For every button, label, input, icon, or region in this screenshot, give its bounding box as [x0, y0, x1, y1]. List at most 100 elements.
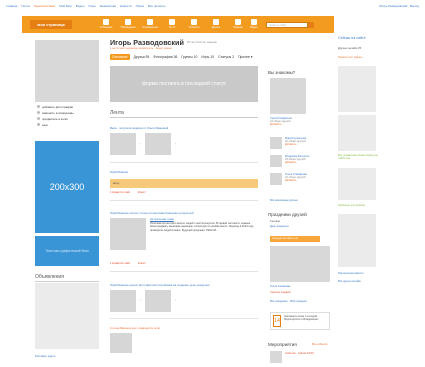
- friend-avatar[interactable]: [270, 137, 282, 149]
- feed-thumb[interactable]: [110, 290, 136, 312]
- holiday-bar: Сегодня без фото лет: [270, 236, 320, 242]
- toplink-mail[interactable]: Почта: [21, 4, 29, 10]
- holiday-person[interactable]: Ольга Семёнова: [270, 285, 290, 288]
- ads-link[interactable]: Рекламу здесь: [35, 354, 56, 358]
- all-possible-friends-link[interactable]: Все возможные друзья: [270, 199, 298, 202]
- menu-add-photos[interactable]: добавить фотографии: [37, 104, 97, 109]
- friend-avatar[interactable]: [270, 155, 282, 167]
- events-title: Мероприятия: [268, 342, 297, 347]
- nav-discussions[interactable]: Обсуждения: [118, 18, 138, 32]
- nav-friends[interactable]: Друзья: [206, 18, 226, 32]
- feed-status-bar: могу: [110, 179, 258, 188]
- right-ad-block[interactable]: [338, 237, 376, 267]
- like-button[interactable]: 1 Нравится лайк: [110, 262, 130, 265]
- tab-photos[interactable]: Фотографии 36: [153, 55, 177, 59]
- class-button[interactable]: Класс!: [138, 191, 146, 194]
- arrow-icon: ›: [175, 142, 177, 146]
- toplink-search[interactable]: Поиск: [136, 4, 144, 10]
- suggested-friend[interactable]: Сергей Сафронов 10 общих друзей Добавить: [270, 117, 330, 129]
- right-ad-block[interactable]: [338, 115, 376, 151]
- logo[interactable]: мои страница: [30, 20, 72, 29]
- search-input[interactable]: поиск по сайту: [266, 22, 308, 28]
- ads-title: Объявления: [35, 274, 99, 282]
- star-icon: [191, 19, 197, 25]
- suggested-friend[interactable]: Владимир Белустин 25 общих друзей Добавить: [270, 155, 330, 167]
- all-holidays-link[interactable]: Все праздники · Мой праздник: [270, 300, 307, 303]
- divider: [110, 271, 258, 272]
- profile-subline[interactable]: 1 нет в мест на ветке посмотреть · Анкет…: [110, 46, 172, 50]
- right-note: Кампании для дипома: [338, 204, 365, 207]
- nav-events[interactable]: События: [184, 18, 204, 32]
- envelope-icon: [103, 19, 109, 25]
- suggested-friend[interactable]: Ольга Тимофеева 31 общих друзей Добавить: [270, 173, 330, 185]
- like-button[interactable]: 1 Нравится лайк: [110, 191, 130, 194]
- right-ad-block[interactable]: [338, 66, 376, 112]
- all-events-link[interactable]: Все события: [312, 343, 327, 346]
- feed-item-header[interactable]: Юрий Иванов оценил фото Дмитрия Колобаев…: [110, 283, 209, 287]
- right-note: Все управлении Инвесторам для гибкостны: [338, 154, 378, 161]
- toplink-ok[interactable]: Одноклассники: [34, 4, 55, 10]
- profile-avatar[interactable]: [35, 40, 99, 102]
- toplink-all[interactable]: Все проекты: [148, 4, 166, 10]
- toplink-news[interactable]: Новости: [120, 4, 132, 10]
- knows-title: Вы знакомы?: [268, 70, 296, 75]
- gift-button[interactable]: Сделать подарок: [270, 291, 291, 294]
- divider: [110, 162, 258, 163]
- toplink-home[interactable]: Главная: [6, 4, 17, 10]
- nav-notifications[interactable]: Оповещения: [140, 18, 160, 32]
- user-menu[interactable]: Игорь Разводовский · Выход: [379, 4, 419, 10]
- suggested-friend-photo[interactable]: [270, 78, 306, 114]
- tab-friends[interactable]: Друзья 95: [134, 55, 150, 59]
- article-title[interactable]: Актуальная тема: [150, 217, 174, 221]
- class-button[interactable]: Класс!: [138, 262, 146, 265]
- search-icon[interactable]: [308, 22, 314, 28]
- feed-thumb[interactable]: [110, 333, 132, 353]
- tab-statuses[interactable]: Статусы 2: [218, 55, 234, 59]
- feed-item-header[interactable]: Степан Баранов дол. разводится сели: [110, 326, 160, 330]
- arrow-icon: ›: [175, 298, 177, 302]
- nav-video[interactable]: Видео: [244, 18, 264, 32]
- right-link[interactable]: Пишите этот пароль: [338, 56, 362, 59]
- nav-messages[interactable]: Собщения: [96, 18, 116, 32]
- photo-icon: [37, 105, 40, 108]
- feed-item-header[interactable]: Юрий Иванов: [110, 170, 128, 174]
- event-thumb[interactable]: [270, 351, 282, 363]
- friend-avatar[interactable]: [270, 173, 282, 185]
- feed-thumb[interactable]: [145, 133, 171, 155]
- feed-actions: 1 Нравится лайк Класс!: [110, 191, 146, 194]
- all-friends-online-link[interactable]: Все друзья онлайн: [338, 280, 361, 283]
- feed-item-header[interactable]: Вера · получила подарок от Ольги Иваново…: [110, 126, 168, 130]
- calendar-reminder[interactable]: 14 Напомнить всем и соседям · Мероприяти…: [270, 312, 330, 330]
- toplink-mymir[interactable]: Мой Мир: [59, 4, 72, 10]
- holiday-type[interactable]: День рождения: [270, 225, 289, 228]
- article-thumb[interactable]: [110, 218, 146, 250]
- menu-more[interactable]: ещё: [37, 122, 97, 127]
- people-icon: [213, 19, 219, 25]
- online-title[interactable]: Сейчас на сайте: [338, 36, 366, 40]
- top-links-bar: Главная Почта Одноклассники Мой Мир Виде…: [6, 4, 419, 10]
- text-graphic-ad[interactable]: Текстово-графический блок: [35, 236, 99, 266]
- arrow-icon: ›: [140, 142, 142, 146]
- menu-promote[interactable]: продвигать в колог: [37, 116, 97, 121]
- feed-thumb[interactable]: [110, 133, 136, 155]
- suggested-friend[interactable]: Мария Кузнецова 10 общих друзей Добавить: [270, 137, 330, 149]
- menu-edit[interactable]: заменить в комиуниаы: [37, 110, 97, 115]
- toplink-games[interactable]: Игры: [89, 4, 96, 10]
- tab-games[interactable]: Игры 10: [201, 55, 214, 59]
- tab-other[interactable]: Прочее ▾: [238, 55, 252, 59]
- toplink-dating[interactable]: Знакомства: [100, 4, 116, 10]
- feed-item-header[interactable]: Юрий Иванов считает статью Станислава Кр…: [110, 211, 194, 215]
- holiday-date: Сегодня: [270, 220, 280, 223]
- holiday-photo[interactable]: [270, 246, 330, 282]
- feed-thumb[interactable]: [145, 290, 171, 312]
- event-text[interactable]: Событие · сейчас 15:00: [285, 352, 314, 355]
- toplink-video[interactable]: Видео: [76, 4, 85, 10]
- ad-banner[interactable]: 200x300: [35, 141, 99, 233]
- status-form[interactable]: форма постинга и последний статус: [110, 66, 258, 102]
- right-link[interactable]: Разгорячения вмести: [338, 272, 364, 275]
- tab-main[interactable]: Основное: [110, 53, 130, 60]
- right-ad-block[interactable]: [338, 168, 376, 200]
- nav-guests[interactable]: Гости: [162, 18, 182, 32]
- tab-groups[interactable]: Группы 10: [181, 55, 197, 59]
- ads-box[interactable]: [35, 283, 99, 349]
